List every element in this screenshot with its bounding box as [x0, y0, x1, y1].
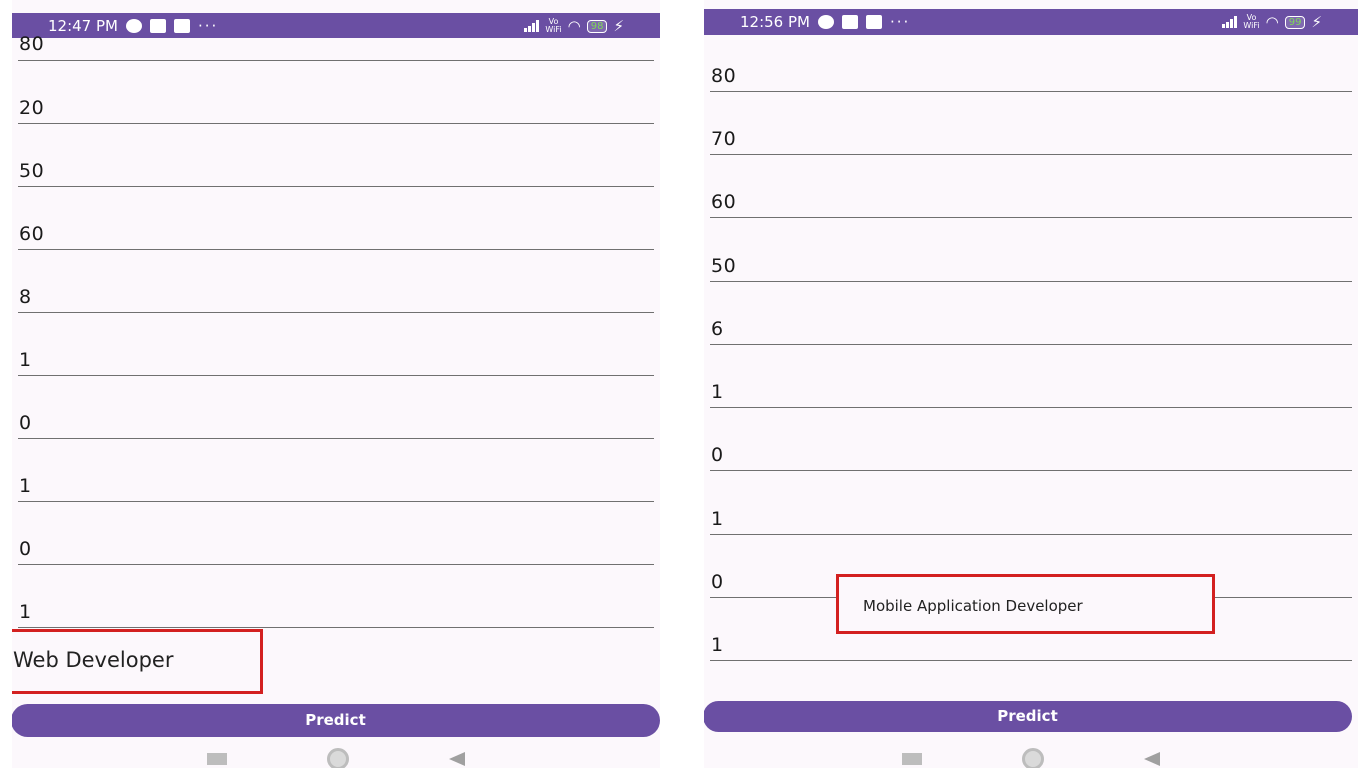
data-saver-icon	[817, 15, 834, 29]
recents-icon[interactable]	[902, 753, 922, 765]
signal-icon	[1222, 16, 1238, 28]
navigation-bar	[12, 745, 660, 768]
input-field[interactable]: 8	[18, 249, 654, 313]
input-field[interactable]: 70	[710, 91, 1352, 155]
input-field[interactable]: 50	[710, 217, 1352, 282]
volte-icon: Vo WiFi	[545, 17, 562, 34]
data-saver-icon	[125, 19, 142, 33]
screenshot-icon	[841, 15, 858, 29]
signal-icon	[524, 20, 540, 32]
input-field[interactable]: 60	[18, 186, 654, 250]
notification-icon	[173, 19, 190, 33]
more-notifications: ···	[197, 17, 219, 35]
prediction-result: Mobile Application Developer	[863, 597, 1083, 615]
input-field[interactable]: 80	[18, 33, 654, 61]
prediction-result-box: Web Developer	[12, 629, 263, 694]
battery-icon: 98	[586, 19, 608, 33]
screenshot-icon	[149, 19, 166, 33]
back-icon[interactable]	[1144, 752, 1160, 766]
home-icon[interactable]	[327, 748, 349, 768]
prediction-toast: Mobile Application Developer	[836, 574, 1215, 634]
home-icon[interactable]	[1022, 748, 1044, 768]
notification-icon	[865, 15, 882, 29]
wifi-icon: ◠	[567, 17, 581, 35]
input-field[interactable]: 6	[710, 281, 1352, 345]
predict-button[interactable]: Predict	[12, 704, 660, 737]
charging-icon: ⚡	[1311, 13, 1322, 31]
status-bar: 12:47 PM ··· Vo WiFi ◠ 98 ⚡	[12, 13, 660, 38]
battery-icon: 99	[1284, 15, 1306, 29]
input-field[interactable]: 0	[710, 407, 1352, 471]
input-field[interactable]: 0	[18, 375, 654, 439]
clock: 12:56 PM	[740, 13, 810, 31]
input-field[interactable]: 1	[18, 564, 654, 628]
input-field[interactable]: 1	[18, 438, 654, 502]
more-notifications: ···	[889, 13, 911, 31]
input-field[interactable]: 80	[710, 55, 1352, 92]
charging-icon: ⚡	[613, 17, 624, 35]
navigation-bar	[704, 745, 1358, 768]
phone-screen-left: 12:47 PM ··· Vo WiFi ◠ 98 ⚡ 80 20 50 60 8…	[12, 0, 660, 768]
recents-icon[interactable]	[207, 753, 227, 765]
back-icon[interactable]	[449, 752, 465, 766]
prediction-result: Web Developer	[13, 648, 174, 672]
predict-button[interactable]: Predict	[704, 701, 1352, 732]
input-field[interactable]: 1	[710, 344, 1352, 408]
input-field[interactable]: 20	[18, 60, 654, 124]
volte-icon: Vo WiFi	[1243, 13, 1260, 30]
input-field[interactable]: 1	[18, 312, 654, 376]
status-bar: 12:56 PM ··· Vo WiFi ◠ 99 ⚡	[704, 9, 1358, 35]
input-field[interactable]: 50	[18, 123, 654, 187]
input-field[interactable]: 0	[18, 501, 654, 565]
input-field[interactable]: 60	[710, 154, 1352, 218]
input-field[interactable]: 1	[710, 470, 1352, 535]
wifi-icon: ◠	[1265, 13, 1279, 31]
clock: 12:47 PM	[48, 17, 118, 35]
phone-screen-right: 12:56 PM ··· Vo WiFi ◠ 99 ⚡ 80 70 60 50 6…	[704, 0, 1358, 768]
